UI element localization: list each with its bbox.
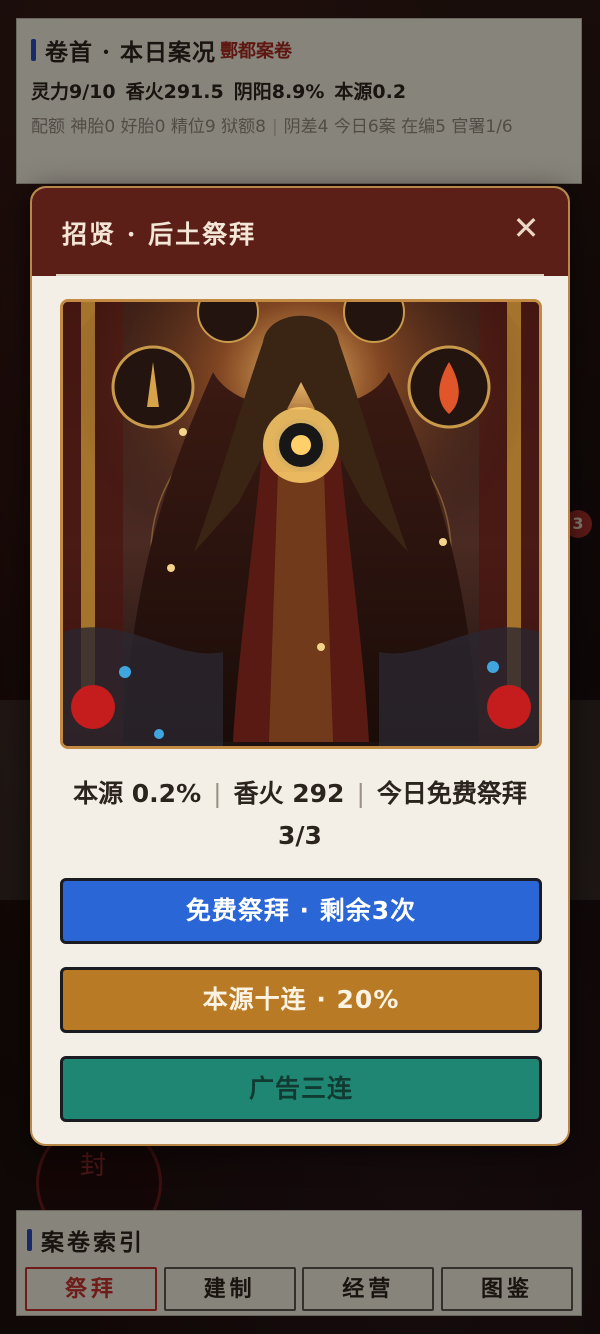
close-icon[interactable]: ✕ <box>508 210 544 246</box>
stat-origin-percent: 本源 0.2% <box>73 779 202 808</box>
free-worship-button[interactable]: 免费祭拜 · 剩余3次 <box>60 878 542 944</box>
worship-stats: 本源 0.2% | 香火 292 | 今日免费祭拜 3/3 <box>73 779 527 850</box>
goddess-illustration <box>63 302 539 746</box>
header-divider <box>56 274 544 276</box>
modal-title: 招贤 · 后土祭拜 <box>62 220 257 249</box>
origin-ten-pull-button[interactable]: 本源十连 · 20% <box>60 967 542 1033</box>
stat-incense-total: 香火 292 <box>233 779 345 808</box>
modal-header: 招贤 · 后土祭拜 ✕ <box>32 188 568 276</box>
worship-modal: 招贤 · 后土祭拜 ✕ 本源 0.2% | 香火 292 | 今日免费祭拜 3/… <box>30 186 570 1146</box>
goddess-artwork <box>60 299 542 749</box>
ad-triple-button[interactable]: 广告三连 <box>60 1056 542 1122</box>
